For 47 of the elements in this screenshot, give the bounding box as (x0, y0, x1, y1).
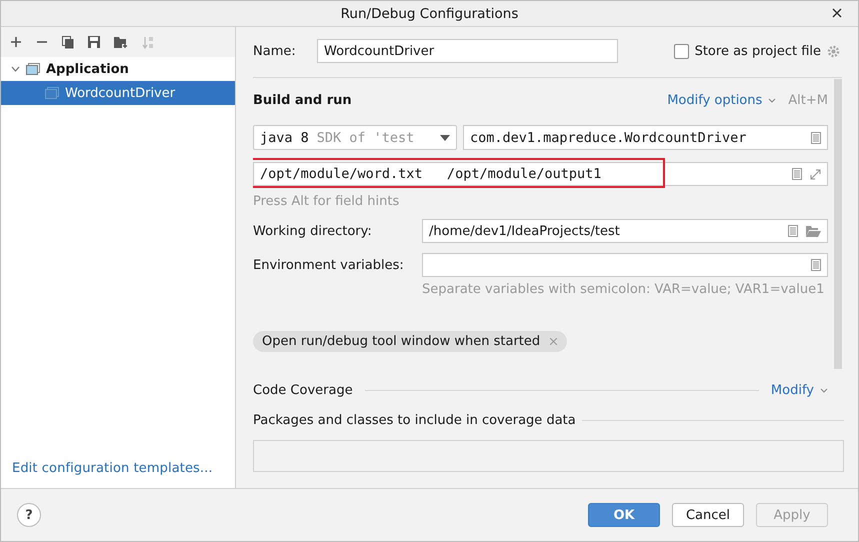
tree-item[interactable]: WordcountDriver (1, 81, 235, 105)
shortcut-hint: Alt+M (788, 92, 828, 108)
folder-icon[interactable] (806, 226, 821, 236)
modify-options-link[interactable]: Modify options (667, 92, 762, 108)
modify-link[interactable]: Modify (770, 383, 814, 398)
expand-icon[interactable] (810, 168, 821, 180)
name-field[interactable]: WordcountDriver (317, 39, 618, 63)
document-icon[interactable] (811, 259, 821, 271)
section-title: Build and run (253, 92, 352, 108)
add-icon[interactable] (10, 36, 22, 48)
gear-icon[interactable] (827, 44, 840, 58)
environment-variables-label: Environment variables: (253, 258, 405, 272)
field-hint: Separate variables with semicolon: VAR=value; VAR1=value1 (422, 282, 826, 297)
tree-item[interactable]: Application (46, 62, 129, 76)
main-class-field[interactable]: com.dev1.mapreduce.WordcountDriver (463, 125, 828, 150)
copy-icon[interactable] (62, 36, 74, 48)
dialog-button[interactable]: OK (588, 503, 660, 527)
option-chip[interactable]: Open run/debug tool window when started (253, 331, 568, 352)
document-icon[interactable] (788, 225, 798, 237)
scrollbar[interactable] (834, 79, 842, 369)
checkbox-label: Store as project file (694, 44, 821, 58)
close-icon[interactable] (832, 8, 842, 18)
chevron-icon[interactable] (820, 388, 828, 393)
dropdown-arrow-icon[interactable] (440, 134, 450, 140)
document-icon[interactable] (792, 168, 802, 180)
save-icon[interactable] (88, 36, 100, 48)
document-icon[interactable] (811, 132, 821, 144)
folder-add-icon[interactable] (114, 36, 128, 48)
jre-dropdown[interactable]: java 8 SDK of 'test (253, 125, 457, 150)
environment-variables-field[interactable] (422, 253, 828, 277)
sort-icon[interactable] (142, 36, 154, 48)
help-button[interactable]: ? (17, 503, 41, 527)
chevron-icon[interactable] (11, 66, 20, 72)
window-icon (45, 87, 59, 99)
section-title: Packages and classes to include in coverage data (253, 413, 576, 428)
window-title: Run/Debug Configurations (340, 6, 518, 22)
dialog-button[interactable]: Cancel (672, 503, 744, 527)
window-icon (26, 63, 40, 75)
section-title: Code Coverage (253, 383, 353, 398)
chevron-icon[interactable] (768, 98, 776, 102)
edit-templates-link[interactable]: Edit configuration templates... (1, 461, 235, 488)
program-arguments-field[interactable]: /opt/module/word.txt /opt/module/output1 (253, 162, 828, 186)
field-hint: Press Alt for field hints (253, 194, 400, 209)
name-label: Name: (253, 44, 297, 58)
working-directory-field[interactable]: /home/dev1/IdeaProjects/test (422, 219, 828, 243)
checkbox[interactable] (674, 44, 689, 58)
working-directory-label: Working directory: (253, 224, 373, 238)
